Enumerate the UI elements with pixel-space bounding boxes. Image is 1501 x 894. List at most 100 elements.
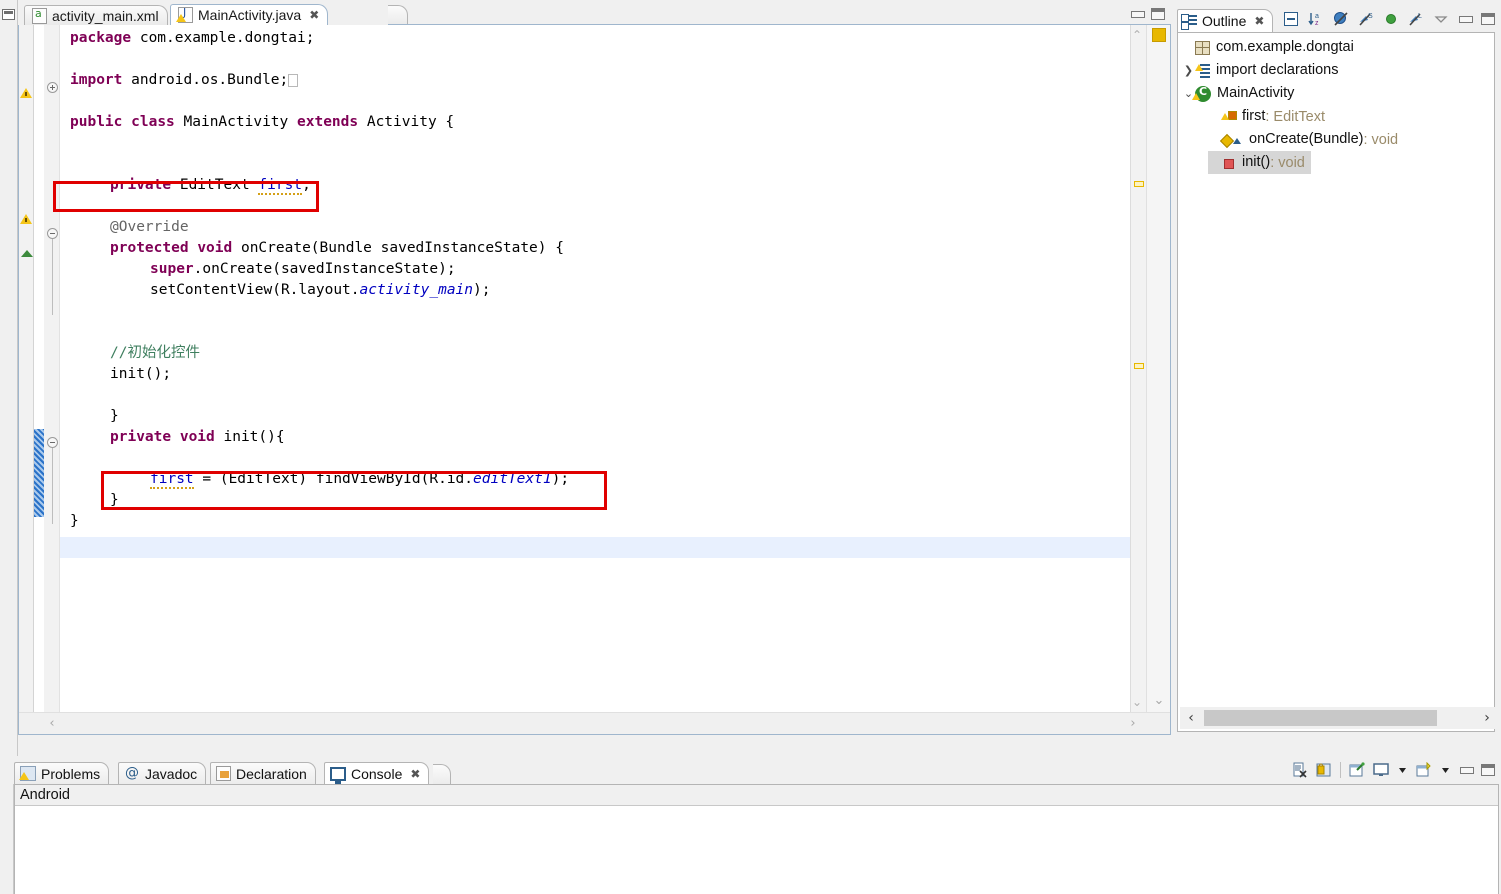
close-icon[interactable]: ✖: [410, 768, 420, 780]
maximize-icon[interactable]: [1481, 764, 1495, 776]
code-line: }: [110, 492, 119, 508]
hide-local-types-icon[interactable]: L: [1408, 11, 1424, 27]
scrollbar-thumb[interactable]: [1204, 710, 1437, 726]
editor-window-buttons: [1130, 8, 1165, 20]
tab-declaration[interactable]: Declaration: [210, 762, 316, 784]
tab-label: Problems: [41, 765, 101, 782]
fold-range-line: [52, 448, 53, 524]
scroll-left-arrow-icon[interactable]: ‹: [1180, 707, 1202, 729]
outline-item-first[interactable]: first : EditText: [1208, 105, 1325, 128]
hide-public-icon[interactable]: [1383, 11, 1399, 27]
maximize-icon[interactable]: [1481, 13, 1495, 25]
code-line: private EditText first;: [110, 177, 311, 195]
editor-overview-ruler[interactable]: ⌃ ⌄: [1130, 25, 1146, 712]
outline-item-label: MainActivity: [1217, 85, 1295, 102]
code-line: public class MainActivity extends Activi…: [70, 114, 455, 130]
tab-console[interactable]: Console ✖: [324, 762, 430, 784]
changed-lines-indicator: [34, 429, 44, 517]
overview-warning-marker[interactable]: [1134, 363, 1144, 369]
scroll-right-arrow-icon[interactable]: ›: [1122, 713, 1144, 734]
code-line: super.onCreate(savedInstanceState);: [150, 261, 456, 277]
minimize-icon[interactable]: [1458, 13, 1473, 25]
outline-horizontal-scrollbar[interactable]: ‹ ›: [1180, 707, 1498, 729]
editor-tab-activity-main-xml[interactable]: activity_main.xml: [24, 5, 168, 25]
current-line-highlight: [60, 537, 1130, 558]
scroll-left-arrow-icon[interactable]: ‹: [41, 713, 63, 734]
javadoc-icon: @: [125, 765, 139, 781]
outline-item-label: import declarations: [1216, 62, 1339, 79]
close-icon[interactable]: ✖: [309, 9, 319, 21]
outline-item-mainactivity[interactable]: ⌄MainActivity: [1182, 82, 1294, 105]
console-view[interactable]: Android: [14, 784, 1499, 894]
lock-scroll-icon[interactable]: [1316, 762, 1332, 778]
warning-marker-icon[interactable]: [20, 86, 34, 100]
editor-tab-mainactivity-java[interactable]: MainActivity.java ✖: [170, 4, 329, 25]
declaration-icon: [216, 766, 231, 781]
class-icon: [1192, 85, 1211, 102]
editor-vertical-scrollbar[interactable]: ⌃ ⌄: [1146, 25, 1170, 712]
fold-expand-icon[interactable]: [47, 82, 58, 93]
console-icon: [330, 766, 346, 784]
outline-item-init[interactable]: init() : void: [1208, 151, 1311, 174]
console-toolbar: [1292, 761, 1495, 778]
close-icon[interactable]: ✖: [1254, 15, 1264, 27]
outline-tab[interactable]: Outline ✖: [1177, 9, 1274, 32]
overview-warning-marker[interactable]: [1134, 181, 1144, 187]
svg-text:S: S: [1368, 13, 1373, 20]
outline-item-label: onCreate(Bundle): [1249, 131, 1364, 148]
warning-marker-icon[interactable]: [20, 212, 34, 226]
minimize-icon[interactable]: [1130, 8, 1145, 20]
display-menu-arrow-icon[interactable]: [1397, 762, 1408, 778]
next-annotation-icon[interactable]: ⌄: [1132, 696, 1142, 708]
package-icon: [1195, 40, 1210, 55]
problems-icon: [19, 766, 36, 781]
outline-item-label: first: [1242, 108, 1266, 125]
xml-file-icon: [32, 7, 47, 24]
tab-problems[interactable]: Problems: [14, 762, 110, 784]
quickdiff-marker-icon: [21, 250, 33, 257]
open-console-icon[interactable]: [1416, 761, 1432, 778]
fold-collapse-icon[interactable]: [47, 228, 58, 239]
outline-item-oncreate-bundle[interactable]: onCreate(Bundle) : void: [1208, 128, 1398, 151]
code-text-area[interactable]: package com.example.dongtai; import andro…: [60, 25, 1130, 712]
clear-console-icon[interactable]: [1292, 762, 1308, 778]
code-line: }: [110, 408, 119, 424]
display-console-icon[interactable]: [1373, 762, 1389, 778]
outline-item-label: init(): [1242, 154, 1271, 171]
tab-label: Javadoc: [145, 765, 198, 782]
bottom-panel: Problems @ Javadoc Declaration Console ✖: [0, 758, 1501, 894]
previous-annotation-icon[interactable]: ⌃: [1132, 29, 1142, 41]
editor-folding-ruler[interactable]: [44, 25, 60, 734]
import-declarations-icon: [1195, 63, 1210, 78]
code-line: private void init(){: [110, 429, 285, 445]
hide-fields-icon[interactable]: [1333, 11, 1349, 27]
tab-javadoc[interactable]: @ Javadoc: [118, 762, 207, 784]
hide-static-icon[interactable]: S: [1358, 11, 1374, 27]
open-console-menu-arrow-icon[interactable]: [1440, 762, 1451, 778]
scroll-down-arrow-icon[interactable]: ⌄: [1147, 690, 1171, 710]
outline-item-type: : void: [1363, 131, 1399, 148]
view-menu-icon[interactable]: [1433, 11, 1449, 27]
scroll-right-arrow-icon[interactable]: ›: [1476, 707, 1498, 729]
collapse-all-icon[interactable]: [1283, 11, 1299, 27]
outline-tree[interactable]: com.example.dongtai ❯ import declarations ⌄…: [1177, 32, 1498, 732]
maximize-icon[interactable]: [1151, 8, 1165, 20]
outline-item-import-declarations[interactable]: ❯ import declarations: [1182, 59, 1339, 82]
code-line: setContentView(R.layout.activity_main);: [150, 282, 491, 298]
svg-text:L: L: [1418, 13, 1422, 20]
sort-icon[interactable]: a z: [1308, 11, 1324, 27]
expand-arrow-icon[interactable]: ❯: [1182, 64, 1195, 77]
outline-item-com-example-dongtai[interactable]: com.example.dongtai: [1182, 36, 1354, 59]
code-line: }: [70, 513, 79, 529]
code-line: @Override: [110, 219, 189, 235]
minimize-icon[interactable]: [1459, 764, 1474, 776]
fold-collapse-icon[interactable]: [47, 437, 58, 448]
pin-console-icon[interactable]: [1349, 762, 1365, 778]
fold-range-line: [52, 239, 53, 315]
restore-view-icon[interactable]: [2, 9, 15, 20]
code-line: import android.os.Bundle;: [70, 70, 299, 91]
code-line: first = (EditText) findViewById(R.id.edi…: [150, 471, 570, 489]
editor-horizontal-scrollbar[interactable]: ‹ ›: [19, 712, 1170, 734]
minimized-view-stub[interactable]: [0, 0, 18, 756]
editor-marker-ruler[interactable]: [19, 25, 34, 734]
